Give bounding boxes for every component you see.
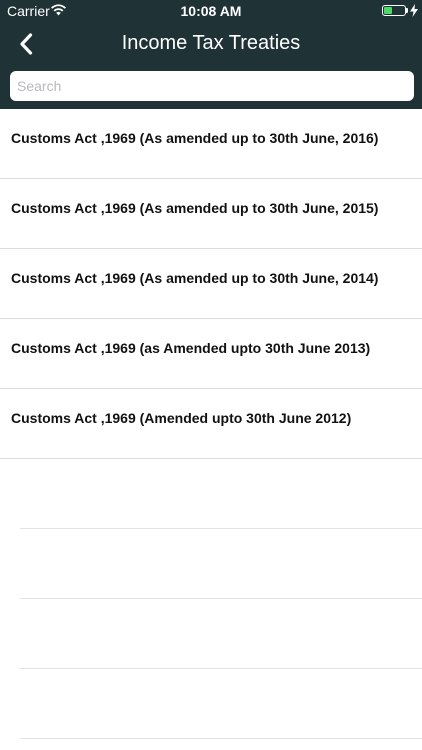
navigation-bar: Income Tax Treaties [0,22,422,66]
header: Carrier 10:08 AM Income Tax Treaties [0,0,422,109]
list-item[interactable]: Customs Act ,1969 (as Amended upto 30th … [0,319,422,389]
empty-row [0,459,422,529]
list-item[interactable]: Customs Act ,1969 (As amended up to 30th… [0,179,422,249]
status-bar: Carrier 10:08 AM [0,0,422,22]
battery-tip [406,8,408,13]
list-item[interactable]: Customs Act ,1969 (As amended up to 30th… [0,249,422,319]
empty-row [0,669,422,739]
empty-row [0,529,422,599]
list-item-label: Customs Act ,1969 (As amended up to 30th… [11,200,379,216]
page-title: Income Tax Treaties [121,32,301,54]
empty-row [0,599,422,669]
search-bar [0,66,422,109]
list-item-label: Customs Act ,1969 (Amended upto 30th Jun… [11,410,352,426]
row-separator [20,738,422,739]
battery-level [384,7,392,14]
list-item-label: Customs Act ,1969 (As amended up to 30th… [11,130,379,146]
list-item[interactable]: Customs Act ,1969 (As amended up to 30th… [0,109,422,179]
list-item-label: Customs Act ,1969 (as Amended upto 30th … [11,340,371,356]
battery-icon [382,5,406,16]
treaty-list: Customs Act ,1969 (As amended up to 30th… [0,109,422,739]
charging-bolt-icon [410,4,418,17]
search-input[interactable] [10,71,414,101]
list-item[interactable]: Customs Act ,1969 (Amended upto 30th Jun… [0,389,422,459]
clock: 10:08 AM [180,3,242,19]
list-item-label: Customs Act ,1969 (As amended up to 30th… [11,270,379,286]
